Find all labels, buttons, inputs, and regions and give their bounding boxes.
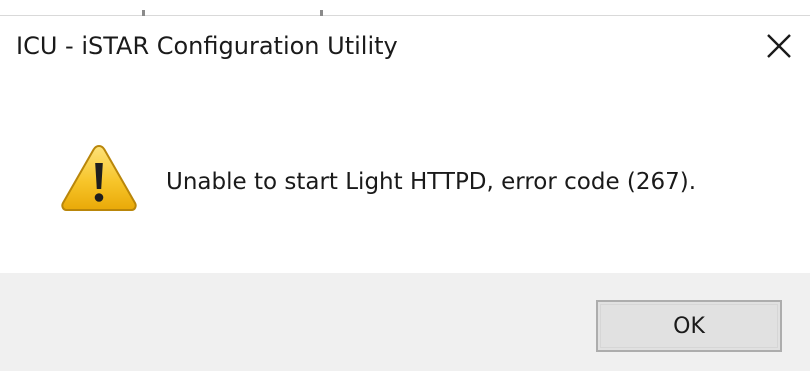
window-top-edge: [0, 0, 810, 16]
close-button[interactable]: [748, 17, 810, 75]
close-icon: [767, 34, 791, 58]
error-message: Unable to start Light HTTPD, error code …: [166, 169, 697, 195]
message-dialog: ICU - iSTAR Configuration Utility Unable…: [0, 0, 810, 371]
title-bar[interactable]: ICU - iSTAR Configuration Utility: [0, 17, 810, 75]
ok-button[interactable]: OK: [596, 300, 782, 352]
warning-icon: [61, 144, 137, 211]
window-title: ICU - iSTAR Configuration Utility: [16, 32, 398, 60]
button-bar: OK: [0, 273, 810, 371]
edge-tick: [320, 10, 323, 16]
dialog-content: Unable to start Light HTTPD, error code …: [0, 75, 810, 273]
edge-tick: [142, 10, 145, 16]
